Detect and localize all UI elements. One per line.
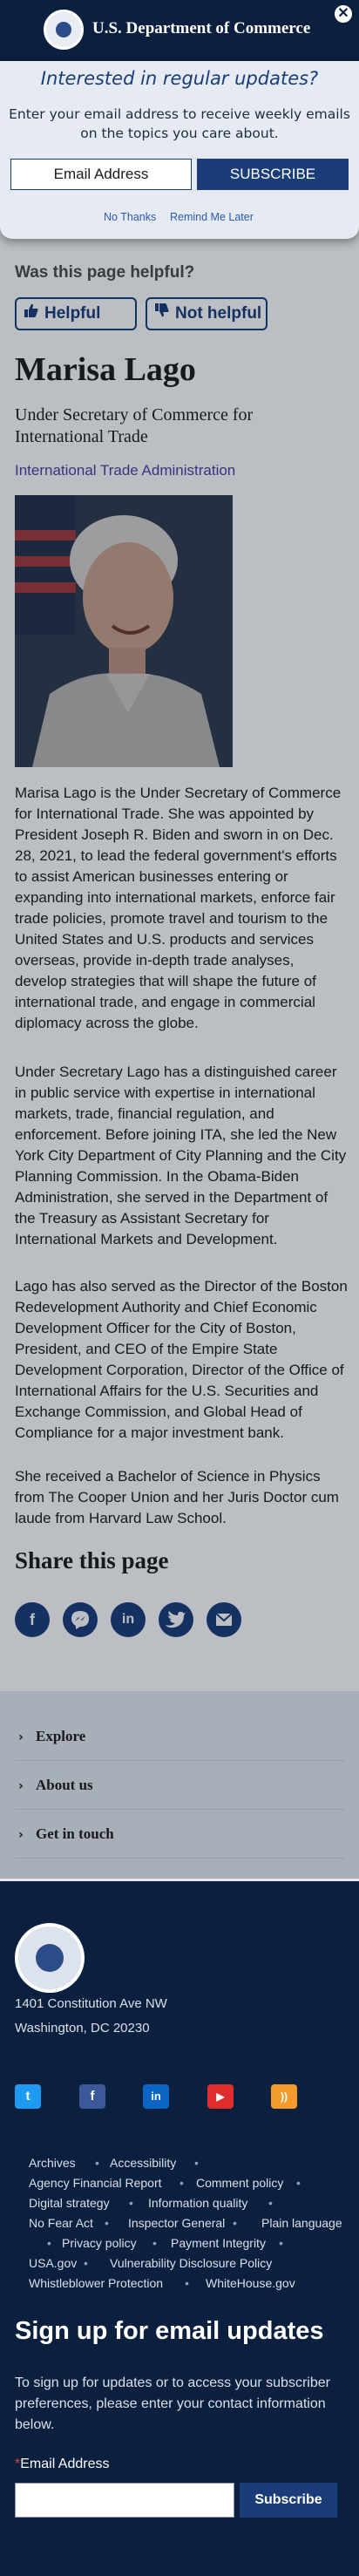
email-icon[interactable] bbox=[207, 1602, 241, 1637]
bio-paragraph: Lago has also served as the Director of … bbox=[15, 1278, 348, 1441]
chevron-right-icon: › bbox=[18, 1730, 24, 1744]
twitter-icon[interactable] bbox=[159, 1602, 193, 1637]
separator-dot: • bbox=[105, 2216, 109, 2230]
rss-icon[interactable]: )) bbox=[271, 2084, 297, 2109]
not-helpful-button[interactable]: Not helpful bbox=[146, 297, 268, 330]
separator-dot: • bbox=[152, 2236, 157, 2250]
footer-link[interactable]: Vulnerability Disclosure Policy bbox=[110, 2256, 272, 2270]
facebook-icon[interactable]: f bbox=[15, 1602, 50, 1637]
twitter-icon[interactable]: t bbox=[15, 2084, 41, 2109]
separator-dot: • bbox=[268, 2196, 273, 2210]
separator-dot: • bbox=[129, 2196, 133, 2210]
bio-paragraph: Marisa Lago is the Under Secretary of Co… bbox=[15, 785, 342, 1031]
address-line: 1401 Constitution Ave NW bbox=[15, 1996, 167, 2011]
thumbs-up-icon bbox=[24, 299, 39, 329]
email-signup-modal: Interested in regular updates? Enter you… bbox=[0, 61, 359, 239]
footer-link[interactable]: Plain language bbox=[261, 2216, 342, 2230]
separator-dot: • bbox=[279, 2236, 283, 2250]
footer-link[interactable]: Whistleblower Protection bbox=[29, 2276, 163, 2290]
site-title[interactable]: U.S. Department of Commerce bbox=[92, 19, 310, 38]
footer-link[interactable]: Inspector General bbox=[128, 2216, 225, 2230]
accordion-about-us[interactable]: › About us bbox=[15, 1761, 344, 1810]
footer-link[interactable]: Comment policy bbox=[196, 2176, 283, 2190]
signup-heading: Sign up for email updates bbox=[15, 2317, 324, 2345]
helpful-question: Was this page helpful? bbox=[15, 263, 195, 282]
no-thanks-link[interactable]: No Thanks bbox=[104, 211, 156, 223]
site-header: U.S. Department of Commerce bbox=[0, 0, 359, 61]
modal-title: Interested in regular updates? bbox=[40, 68, 319, 89]
separator-dot: • bbox=[296, 2176, 301, 2190]
agency-link[interactable]: International Trade Administration bbox=[15, 462, 235, 479]
footer-link[interactable]: Digital strategy bbox=[29, 2196, 110, 2210]
helpful-label: Helpful bbox=[44, 304, 101, 323]
commerce-seal-logo[interactable] bbox=[44, 10, 84, 50]
separator-dot: • bbox=[47, 2236, 51, 2250]
remind-later-link[interactable]: Remind Me Later bbox=[170, 211, 254, 223]
accordion-explore[interactable]: › Explore bbox=[15, 1712, 344, 1761]
position-title: Under Secretary of Commerce for Internat… bbox=[15, 405, 254, 446]
thumbs-down-icon bbox=[154, 299, 170, 329]
modal-email-input[interactable] bbox=[10, 159, 192, 190]
modal-description: Enter your email address to receive week… bbox=[9, 106, 350, 141]
email-label: *Email Address bbox=[15, 2457, 110, 2471]
footer-link[interactable]: USA.gov bbox=[29, 2256, 77, 2270]
separator-dot: • bbox=[95, 2156, 99, 2170]
chevron-right-icon: › bbox=[18, 1828, 24, 1842]
modal-subscribe-button[interactable]: SUBSCRIBE bbox=[197, 159, 349, 190]
page-title: Marisa Lago bbox=[15, 351, 196, 388]
footer-link[interactable]: No Fear Act bbox=[29, 2216, 93, 2230]
footer-link[interactable]: Privacy policy bbox=[62, 2236, 137, 2250]
footer-link[interactable]: Agency Financial Report bbox=[29, 2176, 162, 2190]
footer-email-input[interactable] bbox=[15, 2483, 234, 2518]
linkedin-icon[interactable]: in bbox=[143, 2084, 169, 2109]
linkedin-icon[interactable]: in bbox=[111, 1602, 146, 1637]
separator-dot: • bbox=[233, 2216, 237, 2230]
not-helpful-label: Not helpful bbox=[175, 304, 262, 323]
close-icon[interactable]: ✕ bbox=[333, 3, 354, 24]
signup-description: To sign up for updates or to access your… bbox=[15, 2375, 330, 2432]
separator-dot: • bbox=[84, 2256, 88, 2270]
footer-accordion: › Explore › About us › Get in touch bbox=[0, 1691, 359, 1881]
share-heading: Share this page bbox=[15, 1547, 169, 1573]
bio-paragraph: Under Secretary Lago has a distinguished… bbox=[15, 1064, 347, 1247]
separator-dot: • bbox=[180, 2176, 184, 2190]
commerce-seal-logo[interactable] bbox=[15, 1923, 85, 1993]
footer-link[interactable]: Accessibility bbox=[110, 2156, 176, 2170]
footer-link[interactable]: Information quality bbox=[148, 2196, 247, 2210]
accordion-get-in-touch[interactable]: › Get in touch bbox=[15, 1810, 344, 1859]
footer-link[interactable]: Archives bbox=[29, 2156, 76, 2170]
bio-paragraph: She received a Bachelor of Science in Ph… bbox=[15, 1468, 339, 1526]
facebook-icon[interactable]: f bbox=[79, 2084, 105, 2109]
address-line: Washington, DC 20230 bbox=[15, 2021, 150, 2036]
messenger-icon[interactable] bbox=[63, 1602, 98, 1637]
youtube-icon[interactable]: ▶ bbox=[207, 2084, 234, 2109]
separator-dot: • bbox=[185, 2276, 189, 2290]
footer-link[interactable]: Payment Integrity bbox=[171, 2236, 266, 2250]
chevron-right-icon: › bbox=[18, 1779, 24, 1793]
separator-dot: • bbox=[194, 2156, 199, 2170]
footer-subscribe-button[interactable]: Subscribe bbox=[240, 2483, 337, 2518]
portrait-photo bbox=[15, 495, 233, 767]
footer-link[interactable]: WhiteHouse.gov bbox=[206, 2276, 295, 2290]
helpful-button[interactable]: Helpful bbox=[15, 297, 137, 330]
